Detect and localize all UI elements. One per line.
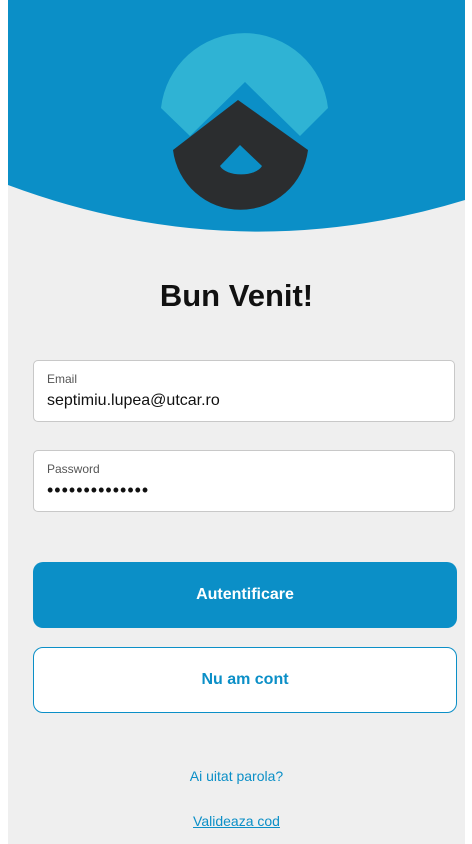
email-value[interactable]: septimiu.lupea@utcar.ro [47, 392, 220, 410]
email-field[interactable]: Email septimiu.lupea@utcar.ro [33, 360, 455, 422]
email-label: Email [47, 372, 78, 386]
password-label: Password [47, 462, 100, 476]
header-banner [8, 0, 465, 240]
header-background [8, 0, 465, 232]
login-button[interactable]: Autentificare [33, 562, 457, 628]
validate-code-link[interactable]: Valideaza cod [8, 813, 465, 829]
password-field[interactable]: Password •••••••••••••• [33, 450, 455, 512]
forgot-password-link[interactable]: Ai uitat parola? [8, 768, 465, 784]
login-screen: Bun Venit! Email septimiu.lupea@utcar.ro… [8, 0, 465, 844]
password-value[interactable]: •••••••••••••• [47, 480, 149, 501]
no-account-button[interactable]: Nu am cont [33, 647, 457, 713]
welcome-title: Bun Venit! [159, 278, 314, 313]
